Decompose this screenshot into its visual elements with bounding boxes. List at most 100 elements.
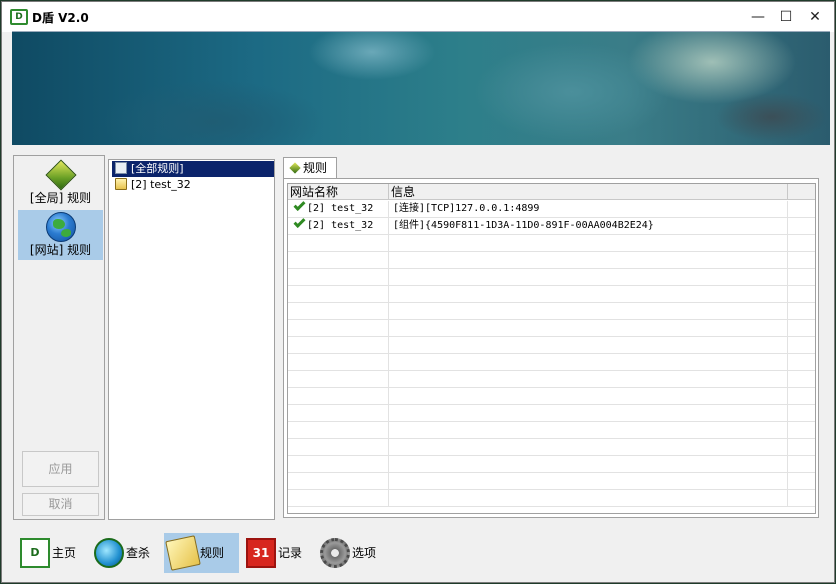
site-cell (288, 371, 389, 388)
rule-info: [连接][TCP]127.0.0.1:4899 (393, 203, 540, 214)
table-row-empty (288, 439, 815, 456)
home-icon: D (20, 538, 50, 568)
filler-cell (788, 320, 815, 337)
table-row-empty (288, 473, 815, 490)
rules-grid: 网站名称 信息 [2] test_32 [连接][TCP]127.0.0.1:48… (287, 183, 816, 514)
filler-cell (788, 286, 815, 303)
folder-icon (115, 178, 127, 190)
filler-cell (788, 201, 815, 218)
tab-rules[interactable]: 规则 (283, 157, 337, 178)
filler-cell (788, 456, 815, 473)
diamond-icon (45, 159, 77, 191)
globe-icon (46, 212, 76, 242)
tab-body: 网站名称 信息 [2] test_32 [连接][TCP]127.0.0.1:48… (283, 178, 819, 518)
category-global-rules[interactable]: [全局] 规则 (18, 158, 103, 208)
check-icon (293, 218, 306, 229)
table-row-empty (288, 303, 815, 320)
category-pane: [全局] 规则 [网站] 规则 应用 取消 (13, 155, 105, 520)
site-cell (288, 422, 389, 439)
nav-label: 查杀 (126, 546, 151, 560)
site-cell (288, 456, 389, 473)
nav-label: 主页 (52, 546, 77, 560)
site-cell: [2] test_32 (288, 201, 389, 218)
table-row-empty (288, 422, 815, 439)
nav-log[interactable]: 31 记录 (242, 533, 306, 573)
site-cell (288, 473, 389, 490)
column-header-info[interactable]: 信息 (389, 184, 788, 200)
options-icon (320, 538, 350, 568)
info-cell (389, 235, 788, 252)
tree-item-test32[interactable]: [2] test_32 (112, 177, 191, 193)
site-name: [2] test_32 (307, 203, 374, 214)
info-cell (389, 439, 788, 456)
cancel-button[interactable]: 取消 (22, 493, 99, 516)
info-cell (389, 269, 788, 286)
tree-item-all-rules[interactable]: [全部规则] (112, 161, 274, 177)
site-cell (288, 337, 389, 354)
nav-label: 记录 (278, 546, 303, 560)
site-cell (288, 252, 389, 269)
table-row-empty (288, 269, 815, 286)
tree-item-label: [全部规则] (131, 162, 184, 175)
info-cell (389, 252, 788, 269)
nav-home[interactable]: D 主页 (16, 533, 80, 573)
filler-cell (788, 388, 815, 405)
info-cell: [连接][TCP]127.0.0.1:4899 (389, 201, 788, 218)
info-cell (389, 490, 788, 507)
table-row-empty (288, 286, 815, 303)
filler-cell (788, 235, 815, 252)
window-title: D盾 V2.0 (32, 11, 89, 25)
all-rules-icon (115, 162, 127, 174)
table-row-empty (288, 320, 815, 337)
info-cell (389, 286, 788, 303)
info-cell (389, 422, 788, 439)
filler-cell (788, 405, 815, 422)
nav-scan[interactable]: 查杀 (90, 533, 154, 573)
info-cell (389, 388, 788, 405)
site-cell (288, 269, 389, 286)
nav-options[interactable]: 选项 (316, 533, 386, 573)
bottom-nav: D 主页 查杀 规则 31 记录 选项 (12, 527, 834, 579)
filler-cell (788, 354, 815, 371)
filler-cell (788, 490, 815, 507)
site-cell (288, 286, 389, 303)
filler-cell (788, 269, 815, 286)
nav-label: 选项 (352, 546, 377, 560)
filler-cell (788, 218, 815, 235)
table-row-empty (288, 405, 815, 422)
filler-cell (788, 252, 815, 269)
apply-button[interactable]: 应用 (22, 451, 99, 487)
app-logo-icon: D (10, 9, 28, 25)
info-cell (389, 456, 788, 473)
rules-panel: 规则 网站名称 信息 [2] test_32 [连接][TCP]127.0.0.1… (280, 155, 821, 520)
info-cell (389, 473, 788, 490)
table-row-empty (288, 235, 815, 252)
table-row[interactable]: [2] test_32 [组件]{4590F811-1D3A-11D0-891F-… (288, 218, 815, 235)
title-bar: D D盾 V2.0 — ☐ ✕ (2, 2, 834, 32)
close-button[interactable]: ✕ (801, 2, 829, 32)
column-header-site[interactable]: 网站名称 (288, 184, 389, 200)
table-row-empty (288, 337, 815, 354)
site-cell (288, 439, 389, 456)
table-row-empty (288, 354, 815, 371)
rules-icon (165, 535, 201, 571)
filler-cell (788, 439, 815, 456)
site-cell (288, 235, 389, 252)
category-site-rules[interactable]: [网站] 规则 (18, 210, 103, 260)
tree-item-label: [2] test_32 (131, 178, 191, 191)
info-cell (389, 303, 788, 320)
rule-tab-icon (289, 162, 301, 174)
column-header-filler (788, 184, 815, 200)
nav-rules[interactable]: 规则 (164, 533, 239, 573)
tab-label: 规则 (303, 161, 328, 175)
scan-icon (94, 538, 124, 568)
table-row[interactable]: [2] test_32 [连接][TCP]127.0.0.1:4899 (288, 201, 815, 218)
filler-cell (788, 473, 815, 490)
table-row-empty (288, 371, 815, 388)
site-cell (288, 320, 389, 337)
maximize-button[interactable]: ☐ (772, 2, 800, 32)
category-label: [网站] 规则 (29, 243, 92, 257)
site-cell (288, 490, 389, 507)
minimize-button[interactable]: — (744, 2, 772, 32)
site-cell (288, 388, 389, 405)
